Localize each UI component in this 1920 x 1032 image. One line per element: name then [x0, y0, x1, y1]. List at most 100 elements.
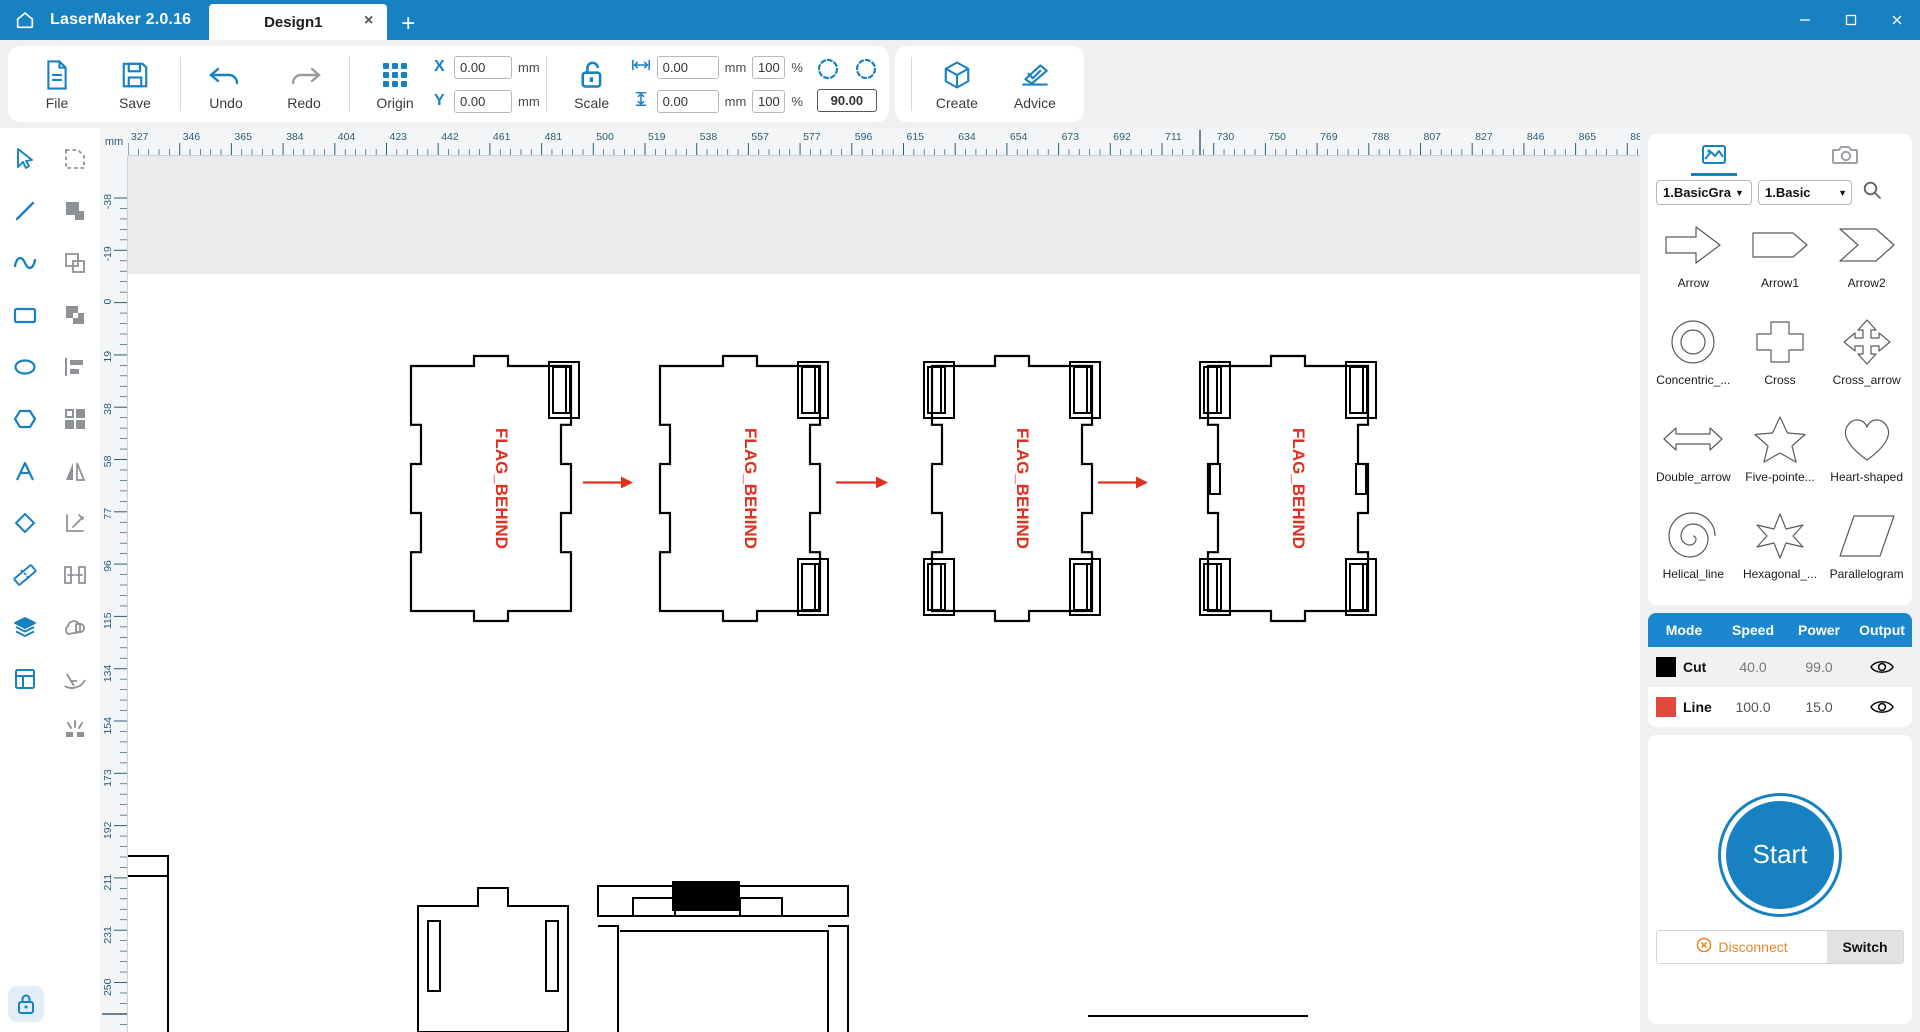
search-icon[interactable] — [1862, 180, 1882, 205]
window-close-button[interactable] — [1874, 0, 1920, 40]
svg-text:673: 673 — [1062, 131, 1080, 143]
explode-tool[interactable] — [50, 710, 100, 752]
rotate-right-icon[interactable] — [853, 56, 879, 87]
close-icon[interactable]: × — [364, 13, 373, 29]
x-input[interactable]: 0.00 — [454, 56, 512, 79]
layer-speed-value[interactable]: 100.0 — [1720, 699, 1786, 715]
shape-item-double-arrow-shape[interactable]: Double_arrow — [1650, 411, 1737, 508]
shape-item-arrow2-shape[interactable]: Arrow2 — [1823, 217, 1910, 314]
width-input[interactable]: 0.00 — [657, 56, 719, 79]
height-percent-input[interactable]: 100 — [752, 90, 785, 113]
curve-tool[interactable] — [0, 242, 50, 284]
switch-button[interactable]: Switch — [1827, 931, 1903, 963]
canvas-area[interactable]: mm 3273463653844044234424614815005195385… — [100, 128, 1640, 1032]
home-icon[interactable] — [14, 9, 36, 31]
category-select[interactable]: 1.BasicGra ▼ — [1656, 180, 1752, 205]
subcategory-select[interactable]: 1.Basic ▼ — [1758, 180, 1852, 205]
select-tool[interactable] — [0, 138, 50, 180]
save-icon — [120, 58, 150, 92]
layer-power-value[interactable]: 99.0 — [1786, 659, 1852, 675]
subtract-tool[interactable] — [50, 242, 100, 284]
line-tool[interactable] — [0, 190, 50, 232]
shape-label: Heart-shaped — [1830, 470, 1903, 484]
arrow2-shape-icon — [1836, 221, 1898, 274]
layer-color-chip[interactable] — [1656, 697, 1676, 717]
library-tab[interactable] — [1648, 134, 1780, 180]
title-bar: LaserMaker 2.0.16 Design1 × + — [0, 0, 1920, 40]
rectangle-tool[interactable] — [0, 294, 50, 336]
lock-canvas-button[interactable] — [8, 986, 44, 1022]
origin-button[interactable]: Origin — [356, 48, 434, 120]
shape-grid[interactable]: ArrowArrow1Arrow2 Concentric_...CrossCros… — [1648, 213, 1912, 605]
shape-item-helical-line-shape[interactable]: Helical_line — [1650, 508, 1737, 605]
svg-text:577: 577 — [803, 131, 821, 143]
ellipse-tool[interactable] — [0, 346, 50, 388]
ruler-tool[interactable] — [0, 554, 50, 596]
create-button[interactable]: Create — [918, 48, 996, 120]
y-input[interactable]: 0.00 — [454, 90, 512, 113]
layer-power-value[interactable]: 15.0 — [1786, 699, 1852, 715]
design-board[interactable]: FLAG_BEHINDFLAG_BEHINDFLAG_BEHINDFLAG_BE… — [128, 156, 1640, 1032]
svg-text:769: 769 — [1320, 131, 1338, 143]
shape-item-cross-shape[interactable]: Cross — [1737, 314, 1824, 411]
camera-tab[interactable] — [1780, 134, 1912, 180]
concentric-circle-shape-icon — [1662, 318, 1724, 371]
eye-icon[interactable] — [1852, 698, 1912, 716]
eraser-tool[interactable] — [0, 502, 50, 544]
eye-icon[interactable] — [1852, 658, 1912, 676]
layer-row[interactable]: Line100.015.0 — [1648, 687, 1912, 727]
node-edit-tool[interactable] — [50, 138, 100, 180]
width-percent-input[interactable]: 100 — [752, 56, 785, 79]
shape-item-cross-arrow-shape[interactable]: Cross_arrow — [1823, 314, 1910, 411]
align-tool[interactable] — [50, 346, 100, 388]
mirror-tool[interactable] — [50, 450, 100, 492]
new-tab-button[interactable]: + — [387, 12, 429, 40]
minimize-button[interactable] — [1782, 0, 1828, 40]
shape-item-arrow1-shape[interactable]: Arrow1 — [1737, 217, 1824, 314]
redo-button[interactable]: Redo — [265, 48, 343, 120]
array-tool[interactable] — [50, 398, 100, 440]
undo-button[interactable]: Undo — [187, 48, 265, 120]
shape-item-arrow-shape[interactable]: Arrow — [1650, 217, 1737, 314]
svg-text:750: 750 — [1268, 131, 1286, 143]
horizontal-ruler[interactable]: 3273463653844044234424614815005195385575… — [100, 128, 1640, 156]
tab-design1[interactable]: Design1 × — [209, 4, 387, 40]
chevron-down-icon: ▼ — [1838, 188, 1847, 198]
shape-item-heart-shape[interactable]: Heart-shaped — [1823, 411, 1910, 508]
shape-item-five-point-star-shape[interactable]: Five-pointe... — [1737, 411, 1824, 508]
advice-button[interactable]: Advice — [996, 48, 1074, 120]
intersect-tool[interactable] — [50, 294, 100, 336]
subcategory-value: 1.Basic — [1765, 185, 1834, 200]
file-button[interactable]: File — [18, 48, 96, 120]
polygon-tool[interactable] — [0, 398, 50, 440]
layer-row[interactable]: Cut40.099.0 — [1648, 647, 1912, 687]
disconnect-button[interactable]: Disconnect — [1657, 931, 1827, 963]
double-arrow-shape-icon — [1662, 415, 1724, 468]
layout-tool[interactable] — [0, 658, 50, 700]
measure-angle-tool[interactable] — [50, 502, 100, 544]
shape-item-hexagonal-star-shape[interactable]: Hexagonal_... — [1737, 508, 1824, 605]
union-tool[interactable] — [50, 190, 100, 232]
shape-item-parallelogram-shape[interactable]: Parallelogram — [1823, 508, 1910, 605]
spacer — [0, 710, 50, 752]
save-button[interactable]: Save — [96, 48, 174, 120]
layer-speed-value[interactable]: 40.0 — [1720, 659, 1786, 675]
svg-text:692: 692 — [1113, 131, 1131, 143]
svg-text:-38: -38 — [102, 194, 114, 209]
file-label: File — [46, 95, 69, 111]
layer-color-chip[interactable] — [1656, 657, 1676, 677]
curve-text-tool[interactable] — [50, 658, 100, 700]
shape-item-concentric-circle-shape[interactable]: Concentric_... — [1650, 314, 1737, 411]
height-input[interactable]: 0.00 — [657, 90, 719, 113]
rotation-group: 90.00 — [815, 57, 879, 112]
rotate-left-icon[interactable] — [815, 56, 841, 87]
rotation-input[interactable]: 90.00 — [817, 89, 877, 112]
maximize-button[interactable] — [1828, 0, 1874, 40]
scale-lock-button[interactable]: Scale — [553, 48, 631, 120]
text-tool[interactable] — [0, 450, 50, 492]
cloud-tool[interactable] — [50, 606, 100, 648]
distribute-tool[interactable] — [50, 554, 100, 596]
start-button[interactable]: Start — [1721, 796, 1839, 914]
vertical-ruler[interactable]: -38-190193858779611513415417319221123125… — [100, 156, 128, 1032]
layers-tool[interactable] — [0, 606, 50, 648]
